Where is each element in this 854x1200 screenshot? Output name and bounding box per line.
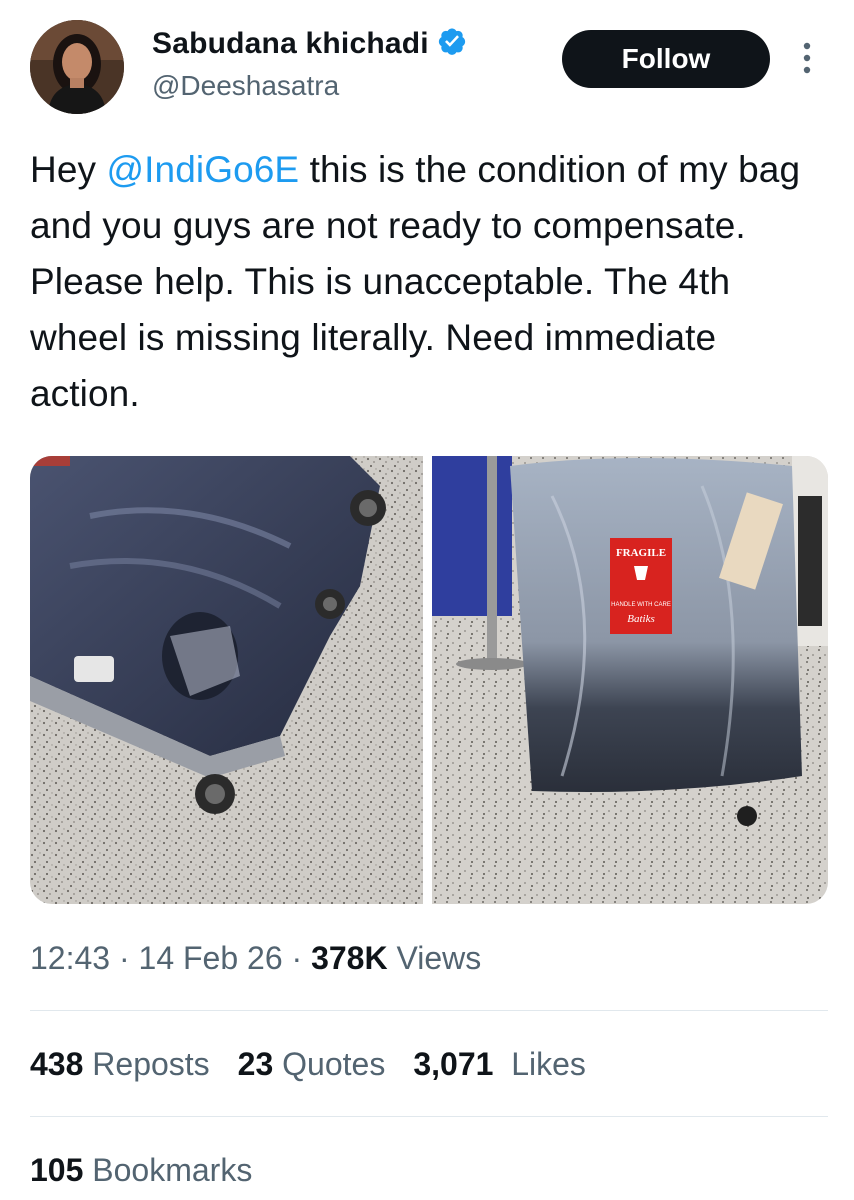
follow-button[interactable]: Follow xyxy=(562,30,770,88)
fragile-sticker-title: FRAGILE xyxy=(616,547,666,559)
meta-separator: · xyxy=(291,940,312,976)
engagement-stats: 438 Reposts 23 Quotes 3,071 Likes xyxy=(30,1046,586,1083)
tweet-text-before: Hey xyxy=(30,149,107,190)
views-label: Views xyxy=(396,940,482,976)
suitcase-front-photo: FRAGILE HANDLE WITH CARE Batiks xyxy=(432,456,828,904)
damaged-suitcase-photo xyxy=(30,456,423,904)
quotes-label: Quotes xyxy=(282,1046,386,1082)
fragile-sticker-brand: Batiks xyxy=(627,613,655,625)
divider xyxy=(30,1010,828,1011)
likes-label: Likes xyxy=(511,1046,586,1082)
likes-stat[interactable]: 3,071 Likes xyxy=(413,1046,586,1083)
avatar-image xyxy=(30,20,124,114)
tweet-meta: 12:43 · 14 Feb 26 · 378K Views xyxy=(30,940,481,977)
author-handle[interactable]: @Deeshasatra xyxy=(152,70,339,102)
views-count: 378K xyxy=(311,940,388,976)
mention-link[interactable]: @IndiGo6E xyxy=(106,149,299,190)
tweet-date[interactable]: 14 Feb 26 xyxy=(139,940,283,976)
more-options-icon[interactable] xyxy=(796,40,818,80)
tweet-text: Hey @IndiGo6E this is the condition of m… xyxy=(30,142,830,422)
bookmarks-stat[interactable]: 105 Bookmarks xyxy=(30,1152,252,1189)
divider xyxy=(30,1116,828,1117)
tweet-time[interactable]: 12:43 xyxy=(30,940,110,976)
author-name-row: Sabudana khichadi xyxy=(152,26,467,61)
quotes-stat[interactable]: 23 Quotes xyxy=(238,1046,386,1083)
reposts-label: Reposts xyxy=(92,1046,210,1082)
fragile-sticker-sub: HANDLE WITH CARE xyxy=(611,602,671,608)
quotes-count: 23 xyxy=(237,1046,274,1082)
bookmarks-label: Bookmarks xyxy=(92,1152,253,1188)
tweet-photo-right[interactable]: FRAGILE HANDLE WITH CARE Batiks xyxy=(432,456,828,904)
tweet-photo-left[interactable] xyxy=(30,456,423,904)
author-avatar[interactable] xyxy=(30,20,124,114)
reposts-stat[interactable]: 438 Reposts xyxy=(30,1046,210,1083)
verified-badge-icon xyxy=(437,26,467,61)
meta-separator: · xyxy=(118,940,139,976)
likes-count: 3,071 xyxy=(413,1046,494,1082)
author-display-name[interactable]: Sabudana khichadi xyxy=(152,27,429,61)
reposts-count: 438 xyxy=(30,1046,84,1082)
bookmarks-count: 105 xyxy=(30,1152,84,1188)
